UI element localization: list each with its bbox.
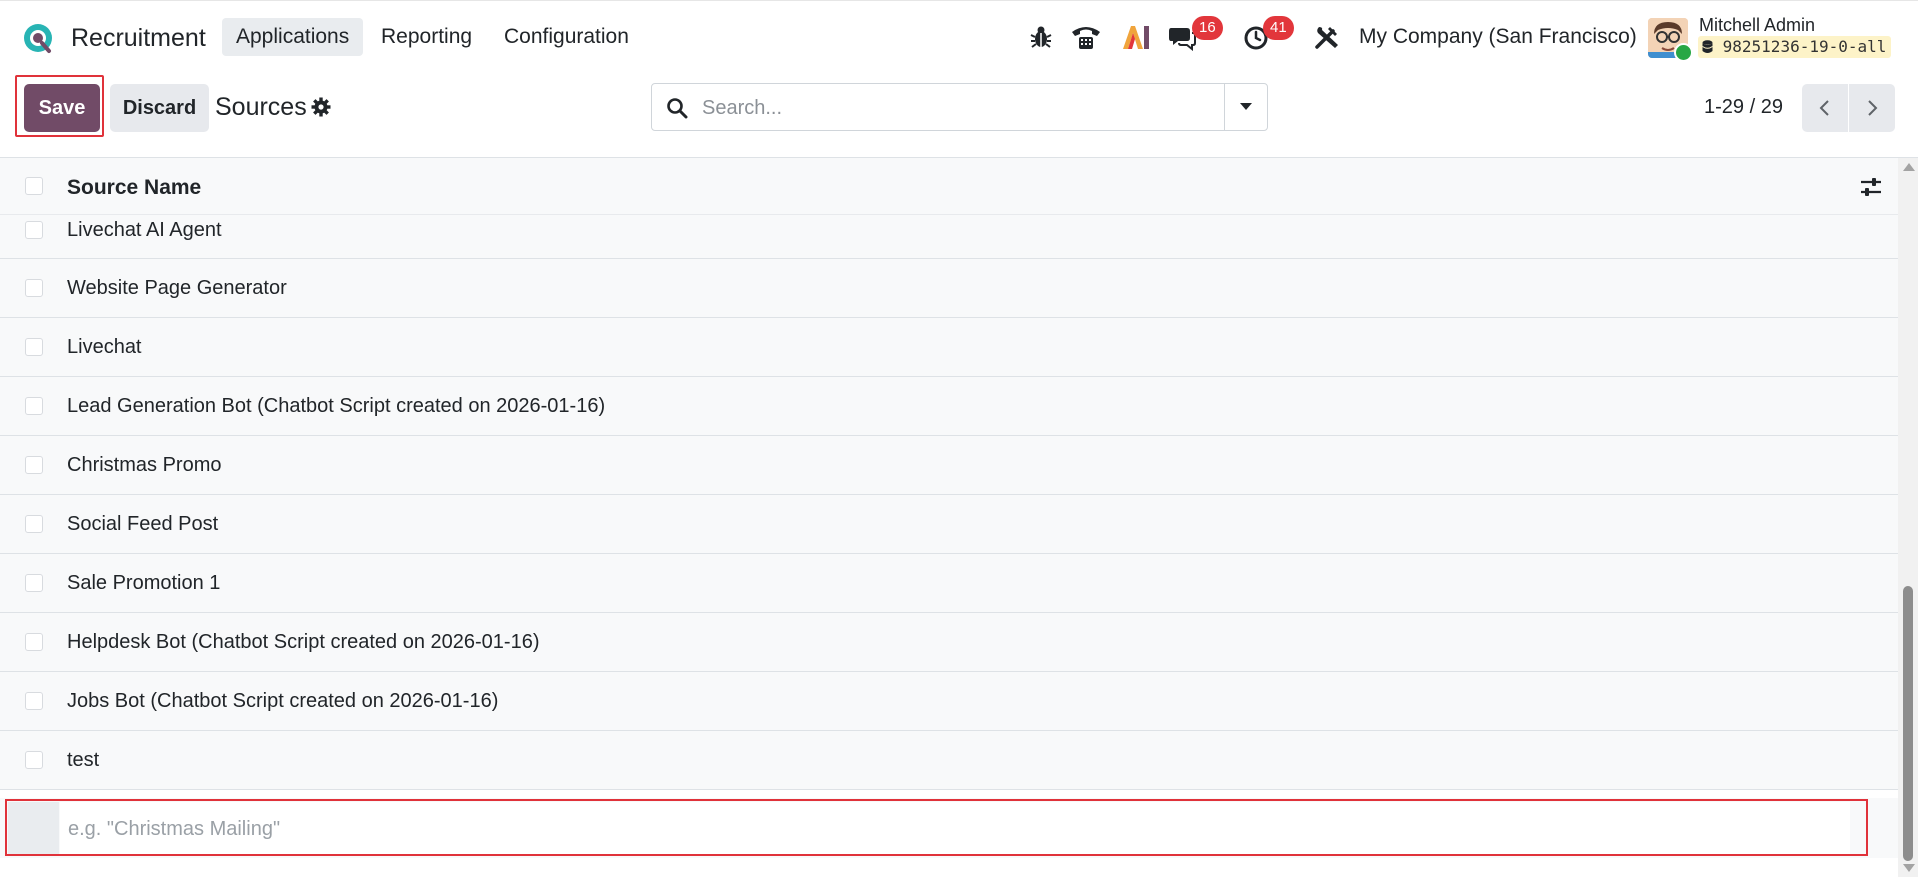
table-row[interactable]: Livechat AI Agent xyxy=(0,215,1898,259)
table-row[interactable]: Christmas Promo xyxy=(0,436,1898,495)
scrollbar-thumb[interactable] xyxy=(1903,586,1913,861)
row-checkbox[interactable] xyxy=(25,633,43,651)
row-checkbox[interactable] xyxy=(25,515,43,533)
source-name-cell[interactable]: Jobs Bot (Chatbot Script created on 2026… xyxy=(67,690,498,713)
search-box xyxy=(651,83,1268,131)
table-row[interactable]: Helpdesk Bot (Chatbot Script created on … xyxy=(0,613,1898,672)
source-name-cell[interactable]: Sale Promotion 1 xyxy=(67,572,220,595)
row-checkbox[interactable] xyxy=(25,397,43,415)
table-row[interactable]: test xyxy=(0,731,1898,790)
online-status-indicator xyxy=(1674,43,1693,62)
row-checkbox[interactable] xyxy=(25,456,43,474)
search-icon xyxy=(667,98,688,119)
database-icon xyxy=(1702,40,1713,53)
row-checkbox[interactable] xyxy=(25,338,43,356)
row-checkbox[interactable] xyxy=(25,751,43,769)
bug-icon[interactable] xyxy=(1027,23,1055,51)
scroll-down-icon[interactable] xyxy=(1903,864,1915,872)
table-row[interactable]: Jobs Bot (Chatbot Script created on 2026… xyxy=(0,672,1898,731)
source-name-cell[interactable]: Website Page Generator xyxy=(67,277,287,300)
menu-applications[interactable]: Applications xyxy=(222,18,364,56)
source-name-cell[interactable]: Social Feed Post xyxy=(67,513,218,536)
search-input[interactable] xyxy=(700,93,1204,123)
discard-button[interactable]: Discard xyxy=(110,84,209,132)
app-name[interactable]: Recruitment xyxy=(71,24,206,53)
phone-icon[interactable] xyxy=(1070,23,1102,51)
pager-previous-button[interactable] xyxy=(1802,84,1848,132)
chevron-left-icon xyxy=(1819,100,1829,116)
pager-value[interactable]: 1-29 / 29 xyxy=(1704,96,1783,119)
tools-icon[interactable] xyxy=(1313,23,1341,51)
list-view: Livechat AI Agent Website Page Generator… xyxy=(0,158,1898,877)
page-title: Sources xyxy=(215,93,307,121)
user-name[interactable]: Mitchell Admin xyxy=(1699,15,1815,36)
menu-reporting[interactable]: Reporting xyxy=(367,18,486,56)
search-options-toggle[interactable] xyxy=(1224,84,1267,130)
ai-icon[interactable] xyxy=(1121,23,1151,51)
caret-down-icon xyxy=(1240,103,1252,110)
source-name-cell[interactable]: Christmas Promo xyxy=(67,454,221,477)
optional-columns-icon[interactable] xyxy=(1859,176,1883,198)
row-checkbox[interactable] xyxy=(25,279,43,297)
company-switcher[interactable]: My Company (San Francisco) xyxy=(1359,25,1637,49)
table-row[interactable]: Sale Promotion 1 xyxy=(0,554,1898,613)
row-checkbox[interactable] xyxy=(25,692,43,710)
source-name-cell[interactable]: Lead Generation Bot (Chatbot Script crea… xyxy=(67,395,605,418)
scroll-up-icon[interactable] xyxy=(1903,163,1915,171)
messages-badge: 16 xyxy=(1192,16,1223,40)
table-row[interactable]: Livechat xyxy=(0,318,1898,377)
list-header: Source Name xyxy=(0,158,1898,215)
gear-icon[interactable] xyxy=(311,97,331,117)
row-checkbox[interactable] xyxy=(25,221,43,239)
table-row[interactable]: Lead Generation Bot (Chatbot Script crea… xyxy=(0,377,1898,436)
activities-badge: 41 xyxy=(1263,16,1294,40)
column-header-source-name[interactable]: Source Name xyxy=(67,176,201,200)
menu-configuration[interactable]: Configuration xyxy=(490,18,643,56)
top-navbar: Recruitment Applications Reporting Confi… xyxy=(0,0,1918,76)
source-name-cell[interactable]: Livechat AI Agent xyxy=(67,219,222,242)
row-checkbox[interactable] xyxy=(25,574,43,592)
new-row-highlight xyxy=(5,799,1868,856)
pager-next-button[interactable] xyxy=(1849,84,1895,132)
database-chip: 98251236-19-0-all xyxy=(1698,36,1892,58)
save-button[interactable]: Save xyxy=(24,84,100,132)
table-row[interactable]: Social Feed Post xyxy=(0,495,1898,554)
source-name-cell[interactable]: test xyxy=(67,749,99,772)
source-name-cell[interactable]: Livechat xyxy=(67,336,142,359)
source-name-cell[interactable]: Helpdesk Bot (Chatbot Script created on … xyxy=(67,631,540,654)
chevron-right-icon xyxy=(1868,100,1878,116)
vertical-scrollbar[interactable] xyxy=(1898,158,1918,877)
recruitment-app-icon[interactable] xyxy=(20,21,56,57)
table-row[interactable]: Website Page Generator xyxy=(0,259,1898,318)
database-name: 98251236-19-0-all xyxy=(1722,37,1887,56)
select-all-checkbox[interactable] xyxy=(25,177,43,195)
